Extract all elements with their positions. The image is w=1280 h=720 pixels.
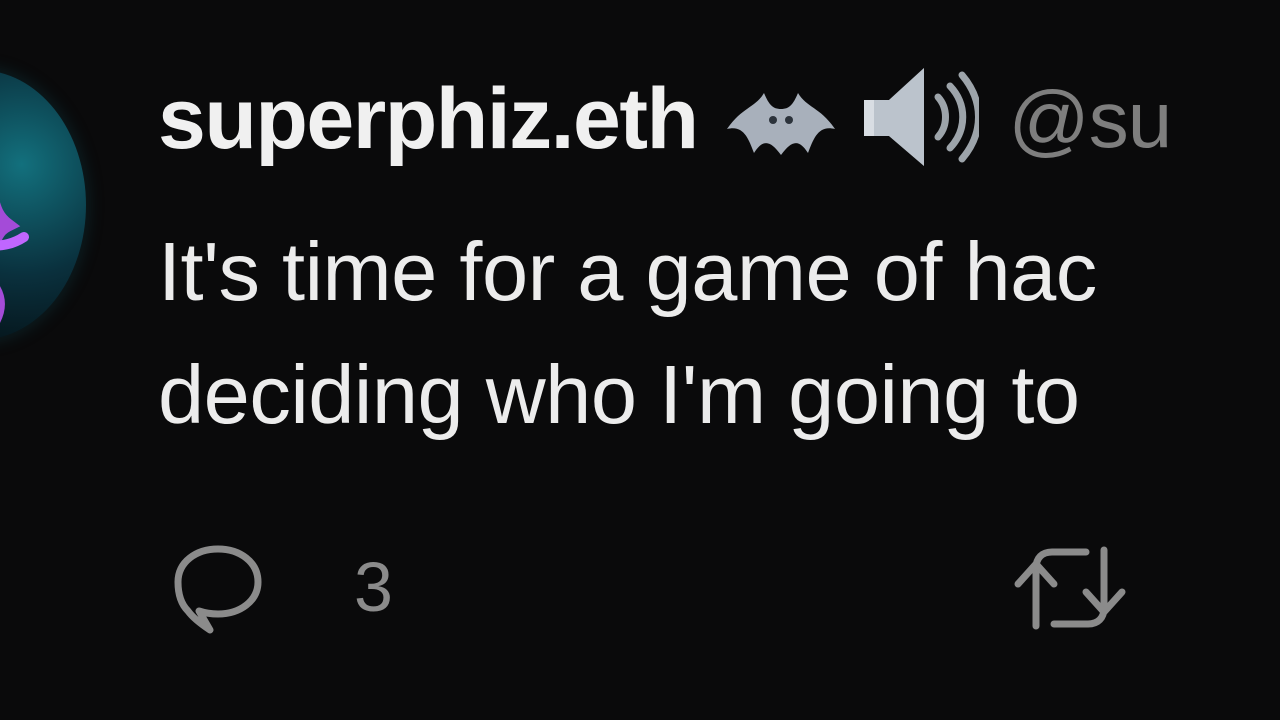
- tweet-body-line-2: deciding who I'm going to: [158, 348, 1080, 441]
- speaker-emoji-icon: [854, 60, 982, 179]
- avatar-figure-icon: [0, 202, 29, 323]
- display-name[interactable]: superphiz.eth: [158, 70, 699, 169]
- tweet-body: It's time for a game of hac deciding who…: [158, 210, 1280, 456]
- retweet-button[interactable]: [1006, 540, 1134, 636]
- reply-button[interactable]: 3: [168, 538, 393, 636]
- bat-emoji-icon: [722, 71, 840, 168]
- reply-icon: [174, 545, 262, 634]
- user-handle[interactable]: @su: [1009, 74, 1173, 166]
- tweet-header: superphiz.eth @su: [158, 60, 1173, 179]
- tweet-card[interactable]: superphiz.eth @su It's time for a game o…: [0, 0, 1280, 720]
- tweet-body-line-1: It's time for a game of hac: [158, 225, 1097, 318]
- retweet-icon: [1014, 546, 1126, 630]
- avatar[interactable]: [0, 70, 86, 340]
- reply-count: 3: [354, 548, 393, 626]
- tweet-actions: 3: [0, 530, 1280, 650]
